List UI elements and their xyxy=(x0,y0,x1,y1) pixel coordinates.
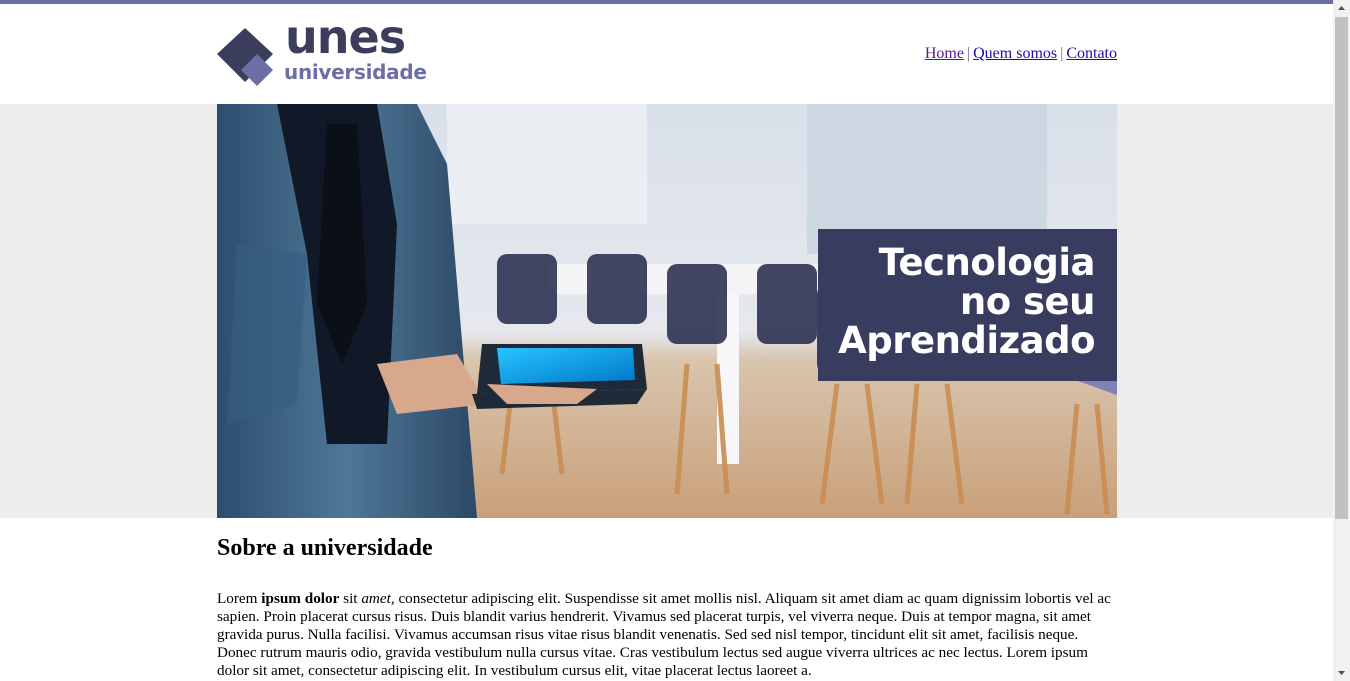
logo-wordmark: unes xyxy=(285,10,406,64)
nav-link-contato[interactable]: Contato xyxy=(1066,45,1117,62)
hero-accent-corner xyxy=(1078,381,1117,395)
nav-separator: | xyxy=(1060,45,1064,62)
scroll-down-arrow-icon[interactable] xyxy=(1333,664,1350,681)
text-italic: amet xyxy=(361,590,391,607)
nav-link-quem-somos[interactable]: Quem somos xyxy=(973,45,1057,62)
hero-title-line: Tecnologia xyxy=(878,241,1096,284)
logo-mark-icon xyxy=(217,28,273,86)
text-run: Lorem xyxy=(217,590,262,607)
site-logo[interactable]: unes universidade xyxy=(217,10,437,88)
scroll-up-arrow-icon[interactable] xyxy=(1333,0,1350,17)
hero-banner: Tecnologia no seu Aprendizado xyxy=(217,104,1117,518)
hero-title-line: Aprendizado xyxy=(838,319,1095,362)
page: unes universidade Home | Quem somos | Contat… xyxy=(0,4,1333,681)
text-run: sit xyxy=(339,590,362,607)
main-nav: Home | Quem somos | Contato xyxy=(925,45,1117,63)
hero-band: Tecnologia no seu Aprendizado xyxy=(0,104,1333,518)
logo-subtitle: universidade xyxy=(284,60,427,84)
nav-link-home[interactable]: Home xyxy=(925,45,964,62)
scrollbar-thumb[interactable] xyxy=(1335,17,1348,519)
site-header: unes universidade Home | Quem somos | Contat… xyxy=(217,4,1117,104)
about-section: Sobre a universidade Lorem ipsum dolor s… xyxy=(217,534,1117,680)
hero-title-line: no seu xyxy=(959,280,1096,323)
hero-title-box: Tecnologia no seu Aprendizado xyxy=(818,229,1117,381)
section-heading: Sobre a universidade xyxy=(217,535,433,561)
vertical-scrollbar[interactable] xyxy=(1333,0,1350,681)
hero-title: Tecnologia no seu Aprendizado xyxy=(838,243,1095,360)
text-bold: ipsum dolor xyxy=(261,590,340,607)
nav-separator: | xyxy=(966,45,971,62)
about-paragraph: Lorem ipsum dolor sit amet, consectetur … xyxy=(217,590,1117,680)
